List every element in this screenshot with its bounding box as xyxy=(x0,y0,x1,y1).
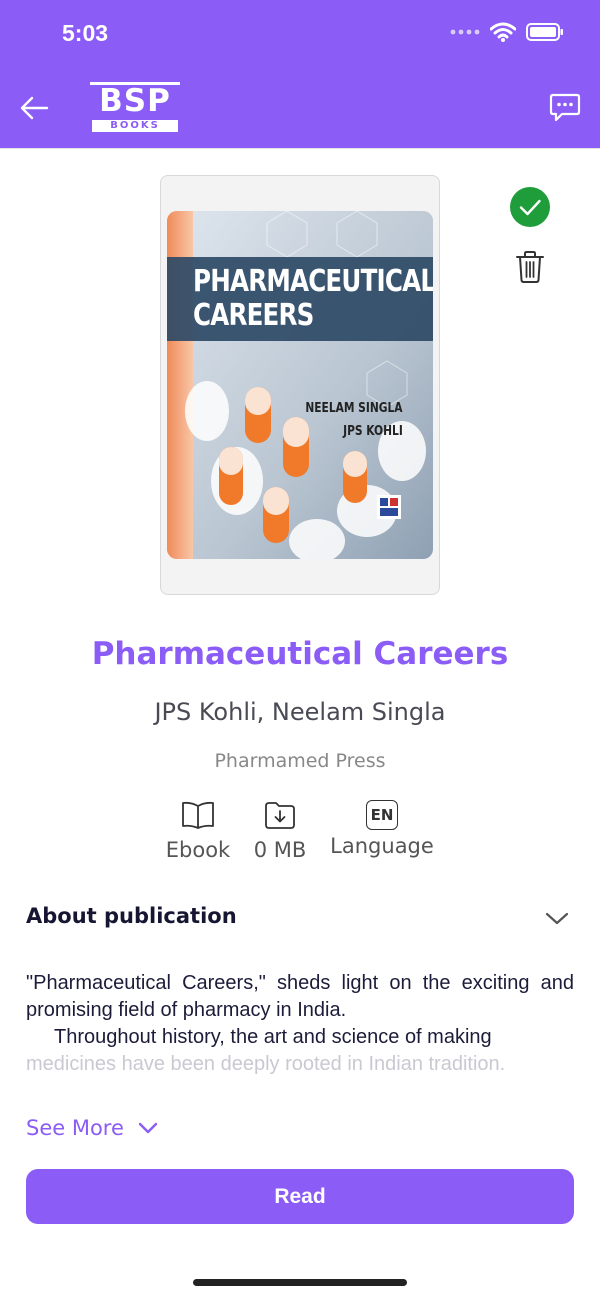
status-time: 5:03 xyxy=(62,20,109,46)
open-book-icon xyxy=(182,801,214,829)
app-logo: BSP BOOKS xyxy=(90,82,180,134)
home-indicator[interactable] xyxy=(193,1279,407,1286)
chevron-down-icon[interactable] xyxy=(544,908,570,928)
logo-subtext: BOOKS xyxy=(110,120,160,131)
see-more-button[interactable]: See More xyxy=(26,1116,158,1140)
book-title: Pharmaceutical Careers xyxy=(91,636,509,672)
meta-language: EN Language xyxy=(326,800,438,858)
app-bar: BSP BOOKS xyxy=(0,68,600,148)
about-title[interactable]: About publication xyxy=(26,904,237,928)
see-more-label: See More xyxy=(26,1116,124,1140)
cover-title-line2: CAREERS xyxy=(193,298,314,333)
meta-format-label: Ebook xyxy=(165,838,231,862)
app-bar-divider xyxy=(0,148,600,149)
wifi-icon xyxy=(490,22,516,42)
book-authors: JPS Kohli, Neelam Singla xyxy=(154,698,446,726)
book-publisher: Pharmamed Press xyxy=(214,750,386,772)
read-button[interactable]: Read xyxy=(26,1169,574,1224)
about-line-3: medicines have been deeply rooted in Ind… xyxy=(26,1053,506,1075)
logo-text: BSP xyxy=(99,83,171,119)
about-description: "Pharmaceutical Careers," sheds light on… xyxy=(26,970,574,1078)
about-line-2: Throughout history, the art and science … xyxy=(54,1026,492,1048)
cover-author-2: JPS KOHLI xyxy=(343,424,403,439)
cover-author-1: NEELAM SINGLA xyxy=(305,401,403,416)
meta-size-label: 0 MB xyxy=(253,838,307,862)
chat-bubble-icon[interactable] xyxy=(548,92,582,124)
language-badge-icon: EN xyxy=(366,800,398,830)
book-cover: PHARMACEUTICAL CAREERS NEELAM SINGLA JPS… xyxy=(167,211,433,559)
battery-icon xyxy=(526,23,563,41)
signal-dots-icon xyxy=(450,29,480,35)
about-line-1: "Pharmaceutical Careers," sheds light on… xyxy=(26,972,574,1021)
meta-format: Ebook xyxy=(160,800,236,862)
trash-icon[interactable] xyxy=(514,250,546,284)
book-cover-frame: PHARMACEUTICAL CAREERS NEELAM SINGLA JPS… xyxy=(160,175,440,595)
back-arrow-icon[interactable] xyxy=(18,92,50,124)
chevron-down-icon xyxy=(138,1122,158,1134)
status-bar: 5:03 xyxy=(0,0,600,68)
folder-download-icon xyxy=(265,802,295,829)
cover-title-line1: PHARMACEUTICAL xyxy=(193,264,433,299)
status-icons xyxy=(450,22,564,42)
meta-language-label: Language xyxy=(330,834,434,858)
downloaded-status-button[interactable] xyxy=(510,187,550,227)
language-badge-text: EN xyxy=(370,806,394,824)
cover-title: PHARMACEUTICAL CAREERS xyxy=(193,265,433,333)
check-circle-icon xyxy=(519,199,541,216)
meta-size: 0 MB xyxy=(246,800,314,862)
